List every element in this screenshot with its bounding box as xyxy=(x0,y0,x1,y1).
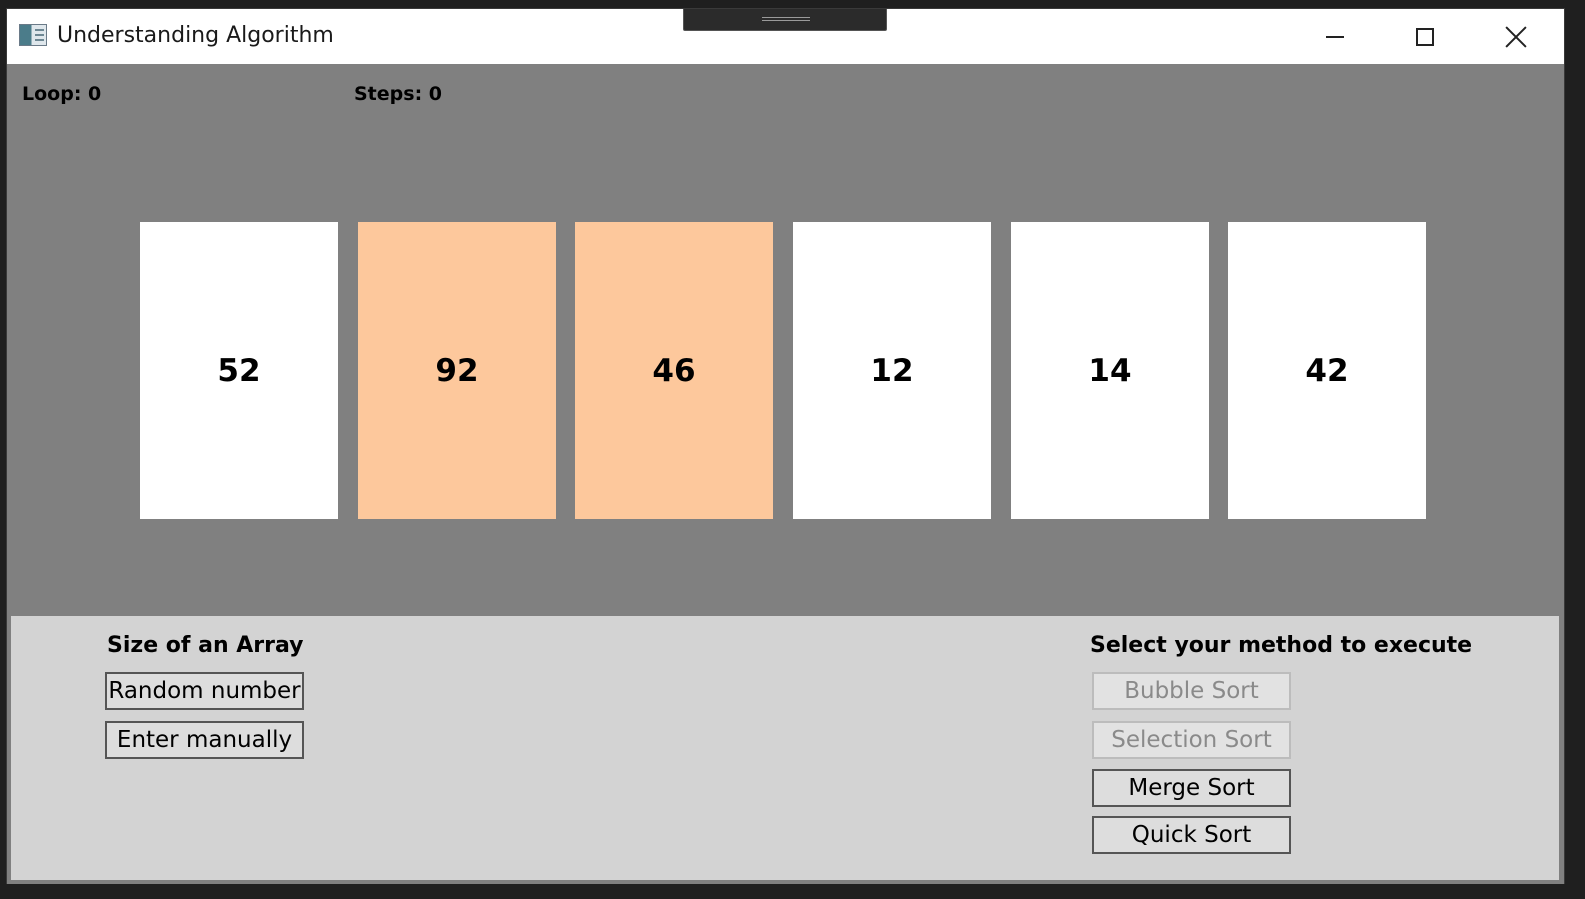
loop-counter: Loop: 0 xyxy=(22,83,102,105)
screen-top-edge xyxy=(0,0,1585,8)
bubble-sort-button[interactable]: Bubble Sort xyxy=(1092,672,1291,710)
steps-counter: Steps: 0 xyxy=(354,83,442,105)
quick-sort-button[interactable]: Quick Sort xyxy=(1092,816,1291,854)
maximize-button[interactable] xyxy=(1381,9,1469,64)
array-card: 42 xyxy=(1228,222,1426,519)
snap-layout-handle[interactable] xyxy=(683,9,887,31)
minimize-icon xyxy=(1326,35,1344,38)
title-bar[interactable]: Understanding Algorithm xyxy=(7,9,1564,64)
minimize-button[interactable] xyxy=(1291,9,1379,64)
enter-manually-button[interactable]: Enter manually xyxy=(105,721,304,759)
close-icon xyxy=(1504,25,1528,49)
array-card: 52 xyxy=(140,222,338,519)
app-window-icon xyxy=(19,24,47,46)
close-button[interactable] xyxy=(1472,9,1560,64)
window-title: Understanding Algorithm xyxy=(57,23,334,48)
array-size-label: Size of an Array xyxy=(107,633,304,658)
array-card: 46 xyxy=(575,222,773,519)
array-card: 12 xyxy=(793,222,991,519)
merge-sort-button[interactable]: Merge Sort xyxy=(1092,769,1291,807)
method-select-label: Select your method to execute xyxy=(1090,633,1473,658)
selection-sort-button[interactable]: Selection Sort xyxy=(1092,721,1291,759)
controls-panel: Size of an Array Random number Enter man… xyxy=(11,616,1559,880)
app-window: Understanding Algorithm Loop: 0 Steps: 0… xyxy=(6,8,1565,886)
array-card: 14 xyxy=(1011,222,1209,519)
maximize-icon xyxy=(1416,27,1434,46)
array-card: 92 xyxy=(358,222,556,519)
screen-bottom-edge xyxy=(0,884,1585,899)
random-number-button[interactable]: Random number xyxy=(105,672,304,710)
